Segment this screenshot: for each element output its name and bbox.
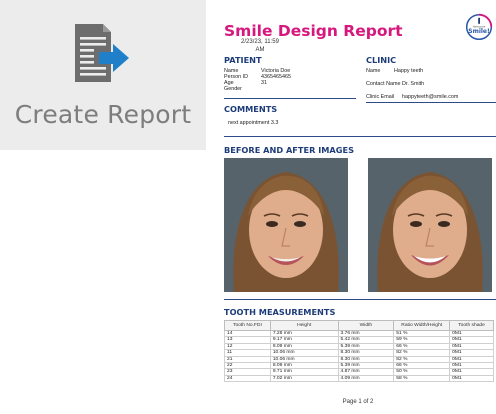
- report-date-line: AM: [255, 47, 265, 53]
- harmonize-smile-logo: Harmonize Smile!: [465, 13, 493, 41]
- clinic-email-value: happyteeth@smile.com: [402, 94, 459, 100]
- comments-heading: COMMENTS: [224, 104, 278, 114]
- after-face: [368, 158, 492, 292]
- create-report-label: Create Report: [14, 100, 192, 129]
- patient-heading: PATIENT: [224, 55, 262, 65]
- before-face: [224, 158, 348, 292]
- patient-age-value: 31: [261, 80, 267, 86]
- table-cell: 0M1: [449, 374, 494, 383]
- comments-rule: [224, 136, 496, 137]
- after-image: [368, 158, 492, 292]
- before-image: [224, 158, 348, 292]
- col-shade: Tooth shade: [449, 320, 494, 331]
- clinic-rule: [366, 102, 496, 103]
- col-tooth-no: Tooth No.FDI: [224, 320, 271, 331]
- table-cell: 4.09 mm: [337, 374, 395, 383]
- report-date: 2/23/23, 11:59 AM: [234, 38, 286, 54]
- patient-rule: [224, 98, 356, 99]
- create-report-icon: [75, 24, 129, 82]
- clinic-name-value: Happy teeth: [394, 68, 424, 74]
- table-cell: 58 %: [393, 374, 451, 383]
- col-width: Width: [337, 320, 395, 331]
- measurements-heading: TOOTH MEASUREMENTS: [224, 307, 336, 317]
- table-cell: 24: [224, 374, 271, 383]
- svg-text:Smile!: Smile!: [468, 28, 490, 35]
- table-row: 24 7.02 mm 4.09 mm 58 % 0M1: [224, 374, 494, 383]
- clinic-contact-label: Contact Name: [366, 81, 401, 87]
- report-date-line: 2/23/23, 11:59: [241, 39, 279, 45]
- col-ratio: Ratio Width/Height: [393, 320, 451, 331]
- comments-text: next appointment 3.3: [228, 120, 279, 126]
- images-rule: [224, 299, 496, 300]
- clinic-name-label: Name: [366, 68, 381, 74]
- col-height: Height: [269, 320, 339, 331]
- table-header-row: Tooth No.FDI Height Width Ratio Width/He…: [224, 320, 494, 331]
- tooth-measurements-table: Tooth No.FDI Height Width Ratio Width/He…: [224, 320, 494, 383]
- clinic-contact-value: Dr. Smith: [402, 81, 425, 87]
- page-number: Page 1 of 2: [342, 399, 374, 405]
- images-heading: BEFORE AND AFTER IMAGES: [224, 145, 354, 155]
- clinic-heading: CLINIC: [366, 55, 397, 65]
- clinic-email-label: Clinic Email: [366, 94, 395, 100]
- create-report-tile[interactable]: Create Report: [0, 0, 206, 150]
- patient-gender-label: Gender: [224, 86, 242, 92]
- table-cell: 7.02 mm: [269, 374, 339, 383]
- report-page: Smile Design Report 2/23/23, 11:59 AM Ha…: [220, 0, 496, 414]
